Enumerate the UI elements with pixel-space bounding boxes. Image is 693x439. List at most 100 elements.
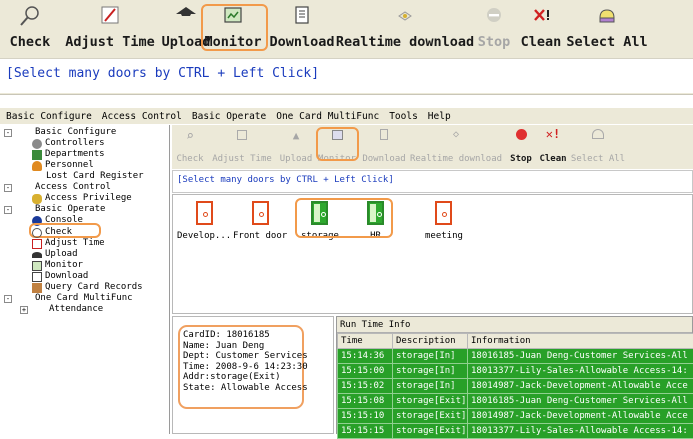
tree-item-monitor[interactable]: Monitor (32, 260, 83, 271)
inner-stop-button[interactable]: Stop (508, 126, 534, 164)
tree-item-download[interactable]: Download (32, 271, 88, 282)
table-row[interactable]: 15:15:15storage[Exit]18013377-Lily-Sales… (338, 424, 693, 439)
table-row[interactable]: 15:15:02storage[In]18014987-Jack-Develop… (338, 379, 693, 394)
table-row[interactable]: 15:14:36storage[In]18016185-Juan Deng-Cu… (338, 349, 693, 364)
cell-information: 18016185-Juan Deng-Customer Services-All (468, 349, 693, 364)
realtime-download-button[interactable]: Realtime download (340, 2, 470, 50)
cell-description: storage[In] (393, 349, 468, 364)
clean-icon (530, 4, 552, 26)
personnel-icon (32, 161, 42, 171)
run-time-info-panel: Run Time Info Time Description Informati… (336, 316, 693, 434)
magnifier-icon (18, 4, 42, 28)
tree-item-attendance[interactable]: +Attendance (20, 304, 103, 315)
upload-icon (174, 4, 198, 24)
magnifier-icon: ⌕ (186, 129, 194, 144)
closed-door-icon (252, 201, 269, 225)
monitor-highlight (201, 4, 268, 51)
menu-basic-operate[interactable]: Basic Operate (192, 111, 266, 122)
inner-adjust-time-button[interactable]: Adjust Time (210, 126, 274, 164)
query-records-icon (32, 283, 42, 293)
column-information[interactable]: Information (468, 334, 693, 349)
stop-icon (483, 4, 505, 26)
realtime-download-icon (394, 4, 416, 26)
door-develop[interactable]: Develop... (177, 201, 231, 241)
column-time[interactable]: Time (338, 334, 393, 349)
select-all-icon (596, 4, 618, 26)
inner-clean-button[interactable]: ✕!Clean (537, 126, 569, 164)
departments-icon (32, 150, 42, 160)
tree-item-basic-operate[interactable]: -Basic Operate (4, 204, 105, 215)
door-front-door[interactable]: Front door (233, 201, 287, 241)
select-all-icon (592, 129, 604, 139)
tree-item-departments[interactable]: Departments (32, 149, 105, 160)
collapse-toggle[interactable]: - (4, 295, 12, 303)
column-description[interactable]: Description (393, 334, 468, 349)
card-time: Time: 2008-9-6 14:23:30 (183, 362, 302, 373)
realtime-download-icon: ◇ (453, 129, 459, 140)
table-row[interactable]: 15:15:10storage[Exit]18014987-Jack-Devel… (338, 409, 693, 424)
menu-access-control[interactable]: Access Control (102, 111, 182, 122)
menu-tools[interactable]: Tools (389, 111, 418, 122)
cell-time: 15:15:10 (338, 409, 393, 424)
clean-button[interactable]: Clean (518, 2, 564, 50)
collapse-toggle[interactable]: - (4, 206, 12, 214)
inner-check-button[interactable]: ⌕Check (176, 126, 204, 164)
clock-adjust-icon (99, 4, 121, 26)
navigation-tree: -Basic Configure Controllers Departments… (0, 125, 170, 434)
clean-icon: ✕! (546, 127, 560, 141)
tree-item-lost-card-register[interactable]: Lost Card Register (46, 171, 144, 182)
collapse-toggle[interactable]: - (4, 184, 12, 192)
collapse-toggle[interactable]: - (4, 129, 12, 137)
door-meeting[interactable]: meeting (425, 201, 463, 241)
check-button[interactable]: Check (6, 2, 54, 50)
cell-time: 15:15:00 (338, 364, 393, 379)
table-row[interactable]: 15:15:08storage[Exit]18016185-Juan Deng-… (338, 394, 693, 409)
console-toolbar: ⌕Check Adjust Time ▲Upload Monitor Downl… (172, 125, 693, 169)
tree-item-query-card-records[interactable]: Query Card Records (32, 282, 143, 293)
adjust-time-button[interactable]: Adjust Time (58, 2, 162, 50)
card-name: Name: Juan Deng (183, 341, 302, 352)
menu-help[interactable]: Help (428, 111, 451, 122)
card-addr: Addr:storage(Exit) (183, 372, 302, 383)
open-doors-highlight (295, 198, 393, 238)
inner-upload-button[interactable]: ▲Upload (280, 126, 312, 164)
zoomed-toolbar: Check Adjust Time Upload Monitor Downloa… (0, 0, 693, 95)
monitor-icon (32, 261, 42, 271)
cell-information: 18013377-Lily-Sales-Allowable Access-14: (468, 364, 693, 379)
tree-item-personnel[interactable]: Personnel (32, 160, 94, 171)
menu-basic-configure[interactable]: Basic Configure (6, 111, 92, 122)
tree-item-access-privilege[interactable]: Access Privilege (32, 193, 132, 204)
closed-door-icon (435, 201, 452, 225)
select-all-button[interactable]: Select All (570, 2, 644, 50)
inner-realtime-download-button[interactable]: ◇Realtime download (410, 126, 502, 164)
card-info-box: CardID: 18016185 Name: Juan Deng Dept: C… (178, 325, 304, 409)
tree-item-adjust-time[interactable]: Adjust Time (32, 238, 105, 249)
stop-button[interactable]: Stop (476, 2, 512, 50)
tree-item-access-control[interactable]: -Access Control (4, 182, 111, 193)
tree-item-upload[interactable]: Upload (32, 249, 78, 260)
tree-item-check[interactable]: Check (32, 227, 72, 238)
menubar: Basic Configure Access Control Basic Ope… (0, 108, 693, 124)
expand-toggle[interactable]: + (20, 306, 28, 314)
cell-time: 15:15:15 (338, 424, 393, 439)
cell-description: storage[Exit] (393, 394, 468, 409)
tree-item-controllers[interactable]: Controllers (32, 138, 105, 149)
run-time-table: Time Description Information 15:14:36sto… (337, 333, 693, 439)
tree-item-basic-configure[interactable]: -Basic Configure (4, 127, 116, 138)
download-icon (32, 272, 42, 282)
table-header-row: Time Description Information (338, 334, 693, 349)
tree-item-one-card-multifunc[interactable]: -One Card MultiFunc (4, 293, 133, 304)
download-icon (291, 4, 313, 26)
cell-description: storage[In] (393, 364, 468, 379)
cell-time: 15:15:08 (338, 394, 393, 409)
table-row[interactable]: 15:15:00storage[In]18013377-Lily-Sales-A… (338, 364, 693, 379)
card-state: State: Allowable Access (183, 383, 302, 394)
console-select-doors-hint: [Select many doors by CTRL + Left Click] (172, 170, 693, 193)
inner-download-button[interactable]: Download (363, 126, 405, 164)
doors-panel: Develop... Front door storage HR meeting (172, 194, 693, 314)
menu-one-card-multifunc[interactable]: One Card MultiFunc (276, 111, 379, 122)
download-button[interactable]: Download (270, 2, 334, 50)
key-icon (32, 194, 42, 204)
cell-information: 18013377-Lily-Sales-Allowable Access-14: (468, 424, 693, 439)
inner-select-all-button[interactable]: Select All (574, 126, 622, 164)
